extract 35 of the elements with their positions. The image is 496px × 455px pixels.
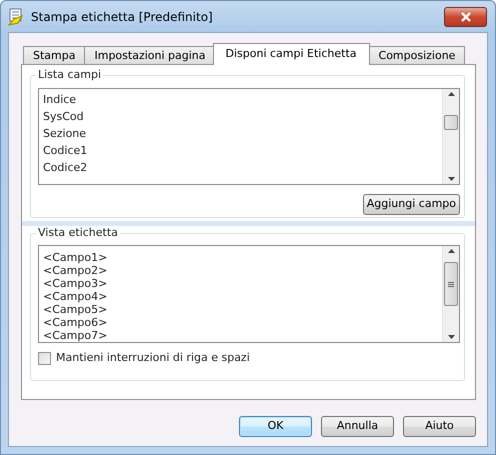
group-title: Lista campi — [36, 68, 104, 82]
list-item[interactable]: Codice1 — [43, 142, 438, 159]
preview-line: <Campo5> — [43, 303, 108, 316]
preview-line: <Campo3> — [43, 277, 108, 290]
checkbox[interactable] — [38, 352, 51, 365]
scrollbar-thumb[interactable] — [444, 115, 458, 130]
scroll-up-icon[interactable] — [448, 92, 454, 96]
add-field-button[interactable]: Aggiungi campo — [362, 194, 460, 215]
list-item[interactable]: Sezione — [43, 125, 438, 142]
checkbox-label[interactable]: Mantieni interruzioni di riga e spazi — [56, 350, 250, 366]
list-item[interactable]: Indice — [43, 91, 438, 108]
preview-line: <Campo6> — [43, 316, 108, 329]
list-item[interactable]: Codice2 — [43, 159, 438, 176]
label-printer-icon — [8, 8, 26, 26]
close-button[interactable] — [444, 6, 487, 26]
tab[interactable]: Composizione — [368, 46, 466, 65]
tab[interactable]: Stampa — [23, 46, 86, 65]
scroll-down-icon[interactable] — [448, 177, 454, 181]
dialog-button[interactable]: Aiuto — [403, 416, 476, 437]
field-listbox[interactable]: Indice SysCod Sezione Codice1 Codice2 — [38, 88, 460, 185]
preview-line: <Campo7> — [43, 329, 108, 342]
preview-line: <Campo2> — [43, 264, 108, 277]
dialog-button[interactable]: Annulla — [321, 416, 394, 437]
preview-line: <Campo4> — [43, 290, 108, 303]
dialog-button[interactable]: OK — [239, 416, 312, 437]
tab[interactable]: Impostazioni pagina — [84, 46, 216, 65]
scroll-up-icon[interactable] — [448, 249, 454, 253]
list-item[interactable]: SysCod — [43, 108, 438, 125]
label-preview-box[interactable]: <Campo1> <Campo2> <Campo3> <Campo4> <Campo5> <Campo6> <Campo7> — [38, 245, 460, 343]
preview-line: <Campo1> — [43, 251, 108, 264]
close-icon — [460, 12, 472, 22]
tab[interactable]: Disponi campi Etichetta — [212, 43, 370, 65]
scroll-down-icon[interactable] — [448, 335, 454, 339]
window-title: Stampa etichetta [Predefinito] — [31, 8, 213, 26]
scrollbar-thumb[interactable] — [444, 262, 458, 306]
